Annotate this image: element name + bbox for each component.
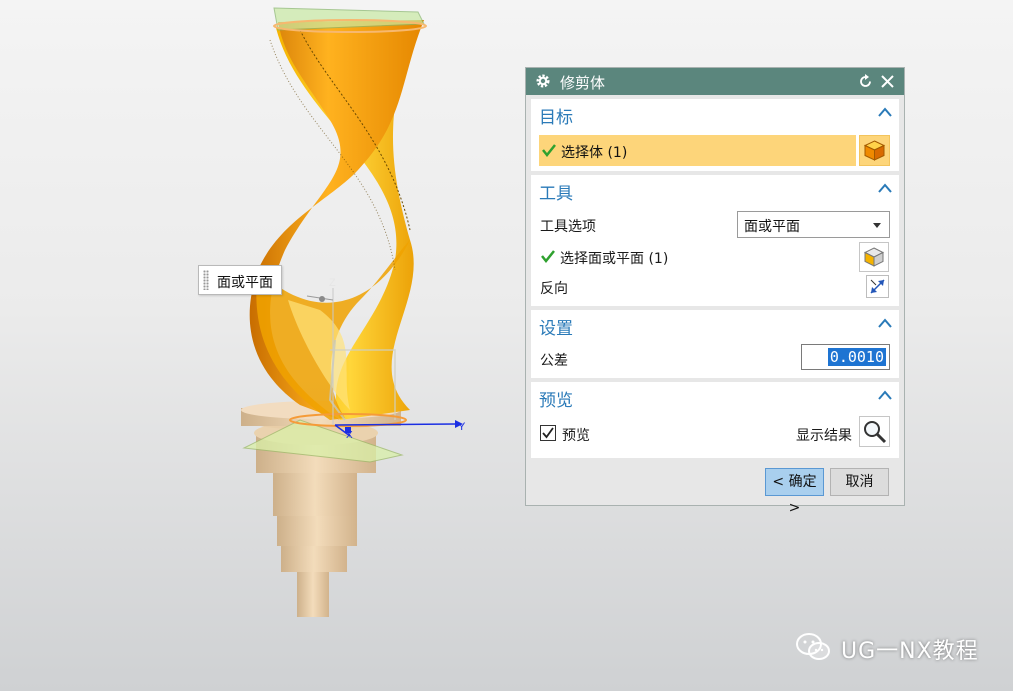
chevron-up-icon[interactable]: [878, 183, 892, 193]
dialog-title: 修剪体: [560, 74, 606, 92]
reverse-direction-icon: [870, 279, 885, 294]
trim-body-dialog: 修剪体 目标 选择体 (1) 工具 工具选项 面或平面 选择面或平面 (1) 反…: [525, 67, 905, 516]
select-body-button[interactable]: [859, 135, 890, 166]
select-face-label[interactable]: 选择面或平面 (1): [560, 248, 668, 268]
target-group-title[interactable]: 目标: [539, 103, 573, 128]
settings-group-title[interactable]: 设置: [539, 314, 573, 339]
preview-group-title[interactable]: 预览: [539, 386, 573, 411]
twisted-blade-model: [249, 7, 427, 427]
chevron-up-icon[interactable]: [878, 390, 892, 400]
check-icon: [542, 144, 556, 157]
chevron-up-icon[interactable]: [878, 107, 892, 117]
show-result-label: 显示结果: [796, 428, 852, 444]
wechat-icon: [796, 633, 830, 660]
tolerance-value: 0.0010: [827, 348, 886, 366]
reverse-direction-button[interactable]: [866, 275, 889, 298]
select-body-row[interactable]: 选择体 (1): [539, 135, 856, 166]
axis-x-label: X: [346, 430, 353, 441]
dialog-titlebar[interactable]: 修剪体: [526, 68, 904, 95]
ok-button[interactable]: < 确定 >: [765, 468, 824, 516]
watermark-text: UG一NX教程: [841, 639, 979, 664]
tool-option-value: 面或平面: [744, 219, 800, 235]
axis-y-label: Y: [458, 421, 466, 433]
axis-z-label: Z: [329, 277, 336, 289]
check-icon: [541, 250, 555, 263]
cancel-button[interactable]: 取消: [830, 468, 889, 496]
checkmark-icon: [542, 427, 554, 439]
preview-label[interactable]: 预览: [562, 425, 590, 445]
select-face-button[interactable]: [859, 242, 889, 272]
shaft-model: [241, 401, 404, 617]
face-plane-tooltip-text: 面或平面: [217, 275, 273, 291]
gear-icon[interactable]: [535, 73, 551, 89]
chevron-up-icon[interactable]: [878, 318, 892, 328]
watermark: UG一NX教程: [795, 627, 995, 671]
select-body-label: 选择体 (1): [561, 145, 628, 161]
solid-body-icon: [863, 140, 886, 161]
face-cube-icon: [863, 247, 885, 267]
drag-grip-icon[interactable]: [203, 270, 209, 290]
close-icon[interactable]: [879, 73, 896, 90]
face-plane-tooltip: 面或平面: [198, 265, 282, 295]
preview-checkbox[interactable]: [540, 425, 556, 441]
tolerance-label: 公差: [540, 353, 568, 369]
show-result-button[interactable]: [859, 416, 890, 447]
preview-group: 预览 预览 显示结果: [531, 382, 899, 458]
reverse-label: 反向: [540, 281, 568, 297]
tool-option-label: 工具选项: [540, 219, 596, 235]
magnifier-icon: [864, 421, 887, 444]
tolerance-input[interactable]: 0.0010: [801, 344, 890, 370]
target-group: 目标 选择体 (1): [531, 99, 899, 171]
tool-group: 工具 工具选项 面或平面 选择面或平面 (1) 反向: [531, 175, 899, 306]
reset-icon[interactable]: [857, 73, 874, 90]
tool-option-dropdown[interactable]: 面或平面: [737, 211, 890, 238]
tool-group-title[interactable]: 工具: [539, 179, 573, 204]
settings-group: 设置 公差 0.0010: [531, 310, 899, 378]
dropdown-arrow-icon: [873, 223, 881, 228]
